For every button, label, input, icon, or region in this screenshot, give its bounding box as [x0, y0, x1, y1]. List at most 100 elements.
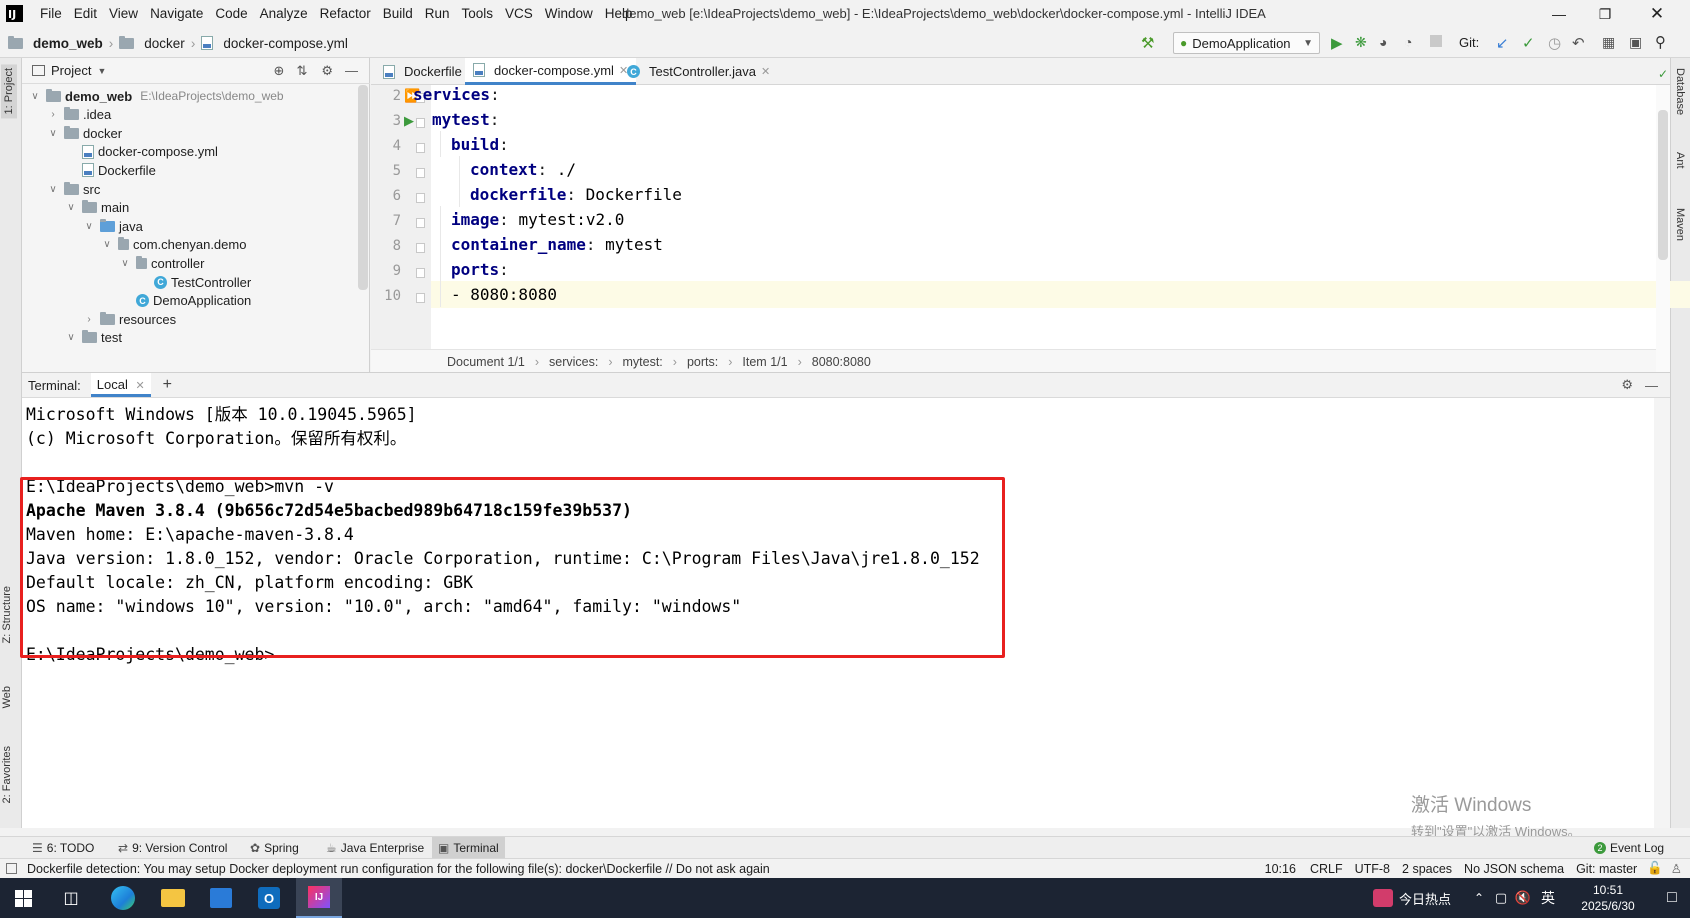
tree-item-controller[interactable]: ∨ controller [22, 253, 362, 273]
minimize-button[interactable]: — [1536, 0, 1582, 28]
menu-run[interactable]: Run [419, 0, 456, 28]
editor-crumb[interactable]: mytest: [623, 355, 663, 369]
close-icon[interactable]: ✕ [761, 65, 770, 78]
toolwindow-9-version-control[interactable]: ⇄ 9: Version Control [112, 837, 233, 859]
tab-project[interactable]: 1: Project [1, 64, 17, 119]
profile-icon[interactable]: ◔ [1404, 34, 1412, 50]
fold-marker-icon[interactable] [416, 193, 425, 203]
news-widget[interactable]: 今日热点 [1362, 878, 1462, 918]
menu-build[interactable]: Build [377, 0, 419, 28]
tab-ant[interactable]: Ant [1674, 152, 1686, 169]
code-area[interactable]: services: mytest: build: context: ./ dockerf… [413, 85, 1690, 360]
run-config-select[interactable]: ● DemoApplication ▼ [1173, 32, 1320, 54]
chevron-down-icon[interactable]: ∨ [118, 258, 132, 269]
menu-vcs[interactable]: VCS [499, 0, 539, 28]
lock-icon[interactable]: 🔓 [1647, 861, 1663, 876]
chevron-down-icon[interactable]: ∨ [64, 202, 78, 213]
fold-marker-icon[interactable] [416, 118, 425, 128]
toolwindow-spring[interactable]: ✿ Spring [244, 837, 305, 859]
gear-icon[interactable]: ⚙ [1621, 377, 1633, 393]
gear-icon[interactable]: ⚙ [321, 63, 333, 79]
project-structure-icon[interactable]: ▦ [1602, 34, 1615, 51]
crumb-file[interactable]: docker-compose.yml [223, 36, 348, 51]
editor-crumb[interactable]: 8080:8080 [812, 355, 871, 369]
outlook-icon[interactable]: O [246, 878, 292, 918]
tree-item-testcontroller[interactable]: C TestController [22, 272, 362, 292]
intellij-taskbar-icon[interactable]: IJ [296, 878, 342, 918]
caret-position[interactable]: 10:16 [1265, 862, 1296, 876]
crumb-project[interactable]: demo_web [33, 36, 103, 51]
run-gutter-icon[interactable]: ▶ [404, 113, 414, 129]
git-commit-icon[interactable]: ✓ [1522, 34, 1535, 52]
editor-crumb[interactable]: ports: [687, 355, 718, 369]
menu-edit[interactable]: Edit [68, 0, 103, 28]
rollback-icon[interactable]: ↶ [1572, 34, 1585, 52]
volume-icon[interactable]: 🔇 [1512, 878, 1534, 918]
tree-item-com-chenyan-demo[interactable]: ∨ com.chenyan.demo [22, 235, 362, 255]
tree-item-main[interactable]: ∨ main [22, 198, 362, 218]
tab-structure[interactable]: Z: Structure [1, 586, 13, 643]
tab-database[interactable]: Database [1674, 68, 1686, 115]
inspector-icon[interactable]: ♙ [1671, 861, 1682, 876]
restore-button[interactable]: ❐ [1582, 0, 1628, 28]
locate-icon[interactable]: ⊕ [274, 63, 285, 79]
network-icon[interactable]: ▢ [1490, 878, 1512, 918]
menu-analyze[interactable]: Analyze [254, 0, 314, 28]
chevron-down-icon[interactable]: ∨ [64, 332, 78, 343]
chevron-down-icon[interactable]: ∨ [28, 91, 42, 102]
tab-web[interactable]: Web [1, 686, 13, 708]
git-update-icon[interactable]: ↙ [1496, 34, 1509, 52]
menu-view[interactable]: View [103, 0, 144, 28]
close-icon[interactable]: ✕ [135, 380, 144, 392]
tab-testcontroller-java[interactable]: C TestController.java ✕ [619, 58, 778, 85]
tree-item-resources[interactable]: › resources [22, 309, 362, 329]
git-branch[interactable]: Git: master [1576, 862, 1637, 876]
chevron-down-icon[interactable]: ∨ [46, 184, 60, 195]
status-message[interactable]: Dockerfile detection: You may setup Dock… [27, 862, 770, 876]
fold-marker-icon[interactable] [416, 218, 425, 228]
coverage-icon[interactable]: ◕ [1379, 34, 1387, 50]
hide-icon[interactable]: — [345, 63, 358, 78]
toolwindow-terminal[interactable]: ▣ Terminal [432, 837, 505, 859]
tree-item-demo-web[interactable]: ∨ demo_web E:\IdeaProjects\demo_web [22, 86, 362, 106]
project-scrollbar[interactable] [358, 85, 368, 290]
debug-icon[interactable]: ❋ [1355, 34, 1367, 51]
chevron-up-icon[interactable]: ⌃ [1470, 878, 1488, 918]
stop-icon[interactable] [1430, 35, 1442, 47]
event-log-button[interactable]: 2 Event Log [1588, 837, 1670, 859]
editor-scrollbar[interactable]: ✓ [1656, 67, 1670, 372]
indent-setting[interactable]: 2 spaces [1402, 862, 1452, 876]
windows-start-icon[interactable] [0, 878, 46, 918]
terminal-window-icon[interactable]: ▣ [1629, 34, 1642, 51]
menu-tools[interactable]: Tools [456, 0, 500, 28]
editor-crumb[interactable]: Document 1/1 [447, 355, 525, 369]
editor-crumb[interactable]: Item 1/1 [742, 355, 787, 369]
tree-item-demoapplication[interactable]: C DemoApplication [22, 291, 362, 311]
menu-refactor[interactable]: Refactor [314, 0, 377, 28]
terminal-scrollbar[interactable] [1654, 398, 1670, 828]
ime-indicator[interactable]: 英 [1536, 878, 1560, 918]
tab-maven[interactable]: Maven [1674, 208, 1686, 241]
search-icon[interactable]: ⚲ [1655, 33, 1666, 51]
new-terminal-button[interactable]: + [163, 376, 172, 394]
menu-navigate[interactable]: Navigate [144, 0, 209, 28]
project-panel-title[interactable]: Project [51, 63, 91, 78]
tree-item-docker-compose-yml[interactable]: docker-compose.yml [22, 142, 362, 162]
toolwindow-6-todo[interactable]: ☰ 6: TODO [26, 837, 100, 859]
chevron-right-icon[interactable]: › [82, 314, 96, 325]
tab-favorites[interactable]: 2: Favorites [1, 746, 13, 803]
menu-code[interactable]: Code [209, 0, 253, 28]
json-schema[interactable]: No JSON schema [1464, 862, 1564, 876]
file-encoding[interactable]: UTF-8 [1355, 862, 1390, 876]
hide-icon[interactable]: — [1645, 378, 1658, 393]
editor-crumb[interactable]: services: [549, 355, 598, 369]
tree-item-test[interactable]: ∨ test [22, 328, 362, 348]
history-icon[interactable]: ◷ [1548, 34, 1561, 52]
chevron-down-icon[interactable]: ∨ [46, 128, 60, 139]
file-explorer-icon[interactable] [150, 878, 196, 918]
menu-file[interactable]: File [34, 0, 68, 28]
chevron-down-icon[interactable]: ∨ [82, 221, 96, 232]
menu-window[interactable]: Window [539, 0, 599, 28]
crumb-folder[interactable]: docker [144, 36, 185, 51]
tree-item-docker[interactable]: ∨ docker [22, 123, 362, 143]
